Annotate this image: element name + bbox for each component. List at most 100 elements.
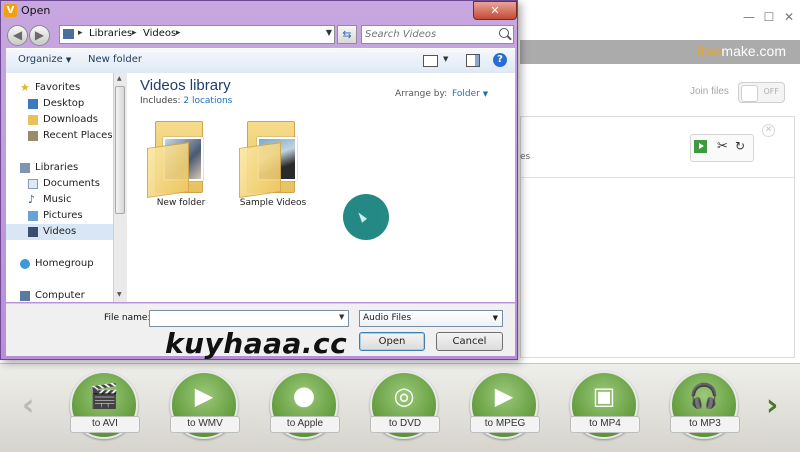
recent-places-icon — [28, 131, 38, 141]
toggle-state-label: OFF — [763, 87, 780, 96]
arrange-by-dropdown[interactable]: Folder ▼ — [452, 89, 488, 99]
rotate-icon[interactable]: ↻ — [735, 139, 745, 153]
library-title: Videos library — [140, 77, 231, 94]
scroll-right-arrow-icon[interactable]: › — [766, 391, 778, 421]
open-button[interactable]: Open — [359, 332, 425, 351]
apple-icon: ● — [292, 381, 316, 411]
dialog-titlebar: V Open ✕ — [1, 1, 517, 21]
scroll-left-arrow-icon[interactable]: ‹ — [22, 391, 34, 421]
dialog-close-button[interactable]: ✕ — [473, 1, 517, 20]
file-list: Videos library Includes: 2 locations Arr… — [127, 73, 515, 302]
convert-apple-button[interactable]: ● to Apple — [270, 371, 340, 439]
nav-downloads[interactable]: Downloads — [6, 112, 113, 128]
back-arrow-icon[interactable]: ◀ — [7, 25, 28, 46]
homegroup-icon — [20, 259, 30, 269]
headphones-icon: 🎧 — [689, 382, 719, 410]
dvd-disc-icon: ◎ — [393, 382, 415, 410]
toggle-knob — [741, 85, 758, 102]
file-tools: ✂ ↻ — [690, 134, 754, 162]
address-dropdown-icon[interactable]: ▼ — [326, 28, 332, 37]
folder-front-icon — [147, 142, 189, 198]
nav-scrollbar[interactable]: ▲ ▼ — [113, 73, 127, 302]
brand-logo[interactable]: freemake.com — [697, 43, 786, 59]
forward-arrow-icon[interactable]: ▶ — [29, 25, 50, 46]
breadcrumb-videos[interactable]: Videos — [143, 28, 176, 39]
scroll-down-icon[interactable]: ▼ — [117, 291, 122, 298]
brand-bar: freemake.com — [520, 40, 800, 64]
nav-label: Libraries — [35, 162, 79, 173]
nav-label: Videos — [43, 226, 77, 237]
scissors-icon[interactable]: ✂ — [717, 139, 728, 154]
nav-label: Documents — [43, 178, 101, 189]
folder-sample-videos[interactable]: Sample Videos — [233, 121, 313, 211]
close-button[interactable]: ✕ — [782, 10, 796, 24]
join-files-toggle[interactable]: OFF — [738, 82, 785, 103]
folder-new-folder[interactable]: New folder — [141, 121, 221, 211]
address-bar[interactable]: ▸ Libraries ▸ Videos ▸ ▼ — [59, 25, 335, 44]
convert-button-label: to Apple — [270, 416, 340, 433]
convert-dvd-button[interactable]: ◎ to DVD — [370, 371, 440, 439]
nav-label: Music — [43, 194, 72, 205]
join-files-label: Join files — [690, 86, 729, 97]
cancel-button[interactable]: Cancel — [436, 332, 503, 351]
nav-homegroup[interactable]: Homegroup — [6, 256, 113, 272]
nav-label: Desktop — [43, 98, 85, 109]
nav-computer[interactable]: Computer — [6, 288, 113, 304]
breadcrumb-separator-icon[interactable]: ▸ — [176, 28, 181, 38]
file-name-dropdown-icon[interactable]: ▼ — [339, 313, 344, 321]
nav-videos[interactable]: Videos — [6, 224, 113, 240]
maximize-button[interactable]: ☐ — [762, 10, 776, 24]
scroll-thumb[interactable] — [115, 86, 125, 214]
nav-favorites[interactable]: ★ Favorites — [6, 80, 113, 96]
search-icon[interactable] — [499, 28, 509, 38]
organize-menu[interactable]: Organize ▼ — [18, 54, 71, 65]
convert-mp4-button[interactable]: ▣ to MP4 — [570, 371, 640, 439]
nav-documents[interactable]: Documents — [6, 176, 113, 192]
scroll-up-icon[interactable]: ▲ — [117, 75, 122, 82]
cursor-highlight — [343, 194, 389, 240]
nav-recent-places[interactable]: Recent Places — [6, 128, 113, 144]
search-input[interactable] — [365, 27, 493, 41]
search-box[interactable] — [361, 25, 514, 44]
new-folder-button[interactable]: New folder — [88, 54, 142, 65]
computer-icon — [20, 291, 30, 301]
nav-music[interactable]: ♪ Music — [6, 192, 113, 208]
file-name-input[interactable] — [149, 310, 349, 327]
view-dropdown-icon[interactable]: ▼ — [443, 55, 448, 63]
wmv-play-icon: ▶ — [194, 382, 214, 410]
panel-divider — [521, 177, 794, 178]
nav-label: Pictures — [43, 210, 83, 221]
file-name-label: File name: — [104, 313, 151, 323]
folder-front-icon — [239, 142, 281, 198]
convert-avi-button[interactable]: 🎬 to AVI — [70, 371, 140, 439]
locations-link[interactable]: 2 locations — [183, 96, 232, 106]
nav-pictures[interactable]: Pictures — [6, 208, 113, 224]
minimize-button[interactable]: — — [742, 10, 756, 24]
preview-pane-icon[interactable] — [466, 54, 480, 67]
convert-mp3-button[interactable]: 🎧 to MP3 — [670, 371, 740, 439]
includes-label: Includes: — [140, 96, 181, 106]
breadcrumb-separator-icon[interactable]: ▸ — [78, 28, 83, 38]
refresh-button[interactable]: ⇆ — [337, 25, 357, 44]
breadcrumb-separator-icon[interactable]: ▸ — [132, 28, 137, 38]
change-view-icon[interactable] — [423, 55, 438, 67]
documents-icon — [28, 179, 38, 189]
folder-name: Sample Videos — [239, 198, 307, 208]
remove-file-icon[interactable]: ✕ — [762, 124, 775, 137]
chevron-down-icon: ▼ — [492, 314, 498, 322]
navigation-pane: ★ Favorites Desktop Downloads Recent Pla… — [6, 73, 114, 302]
nav-label: Homegroup — [35, 258, 94, 269]
brand-logo-part2: make.com — [721, 43, 786, 59]
file-type-select[interactable]: Audio Files ▼ — [359, 310, 503, 327]
help-icon[interactable]: ? — [493, 53, 507, 67]
convert-mpeg-button[interactable]: ▶ to MPEG — [470, 371, 540, 439]
nav-desktop[interactable]: Desktop — [6, 96, 113, 112]
play-icon[interactable] — [694, 140, 707, 153]
mp4-player-icon: ▣ — [592, 382, 616, 410]
videos-icon — [28, 227, 38, 237]
downloads-folder-icon — [28, 115, 38, 125]
libraries-icon — [20, 163, 30, 173]
convert-wmv-button[interactable]: ▶ to WMV — [170, 371, 240, 439]
breadcrumb-libraries[interactable]: Libraries — [89, 28, 132, 39]
nav-libraries[interactable]: Libraries — [6, 160, 113, 176]
